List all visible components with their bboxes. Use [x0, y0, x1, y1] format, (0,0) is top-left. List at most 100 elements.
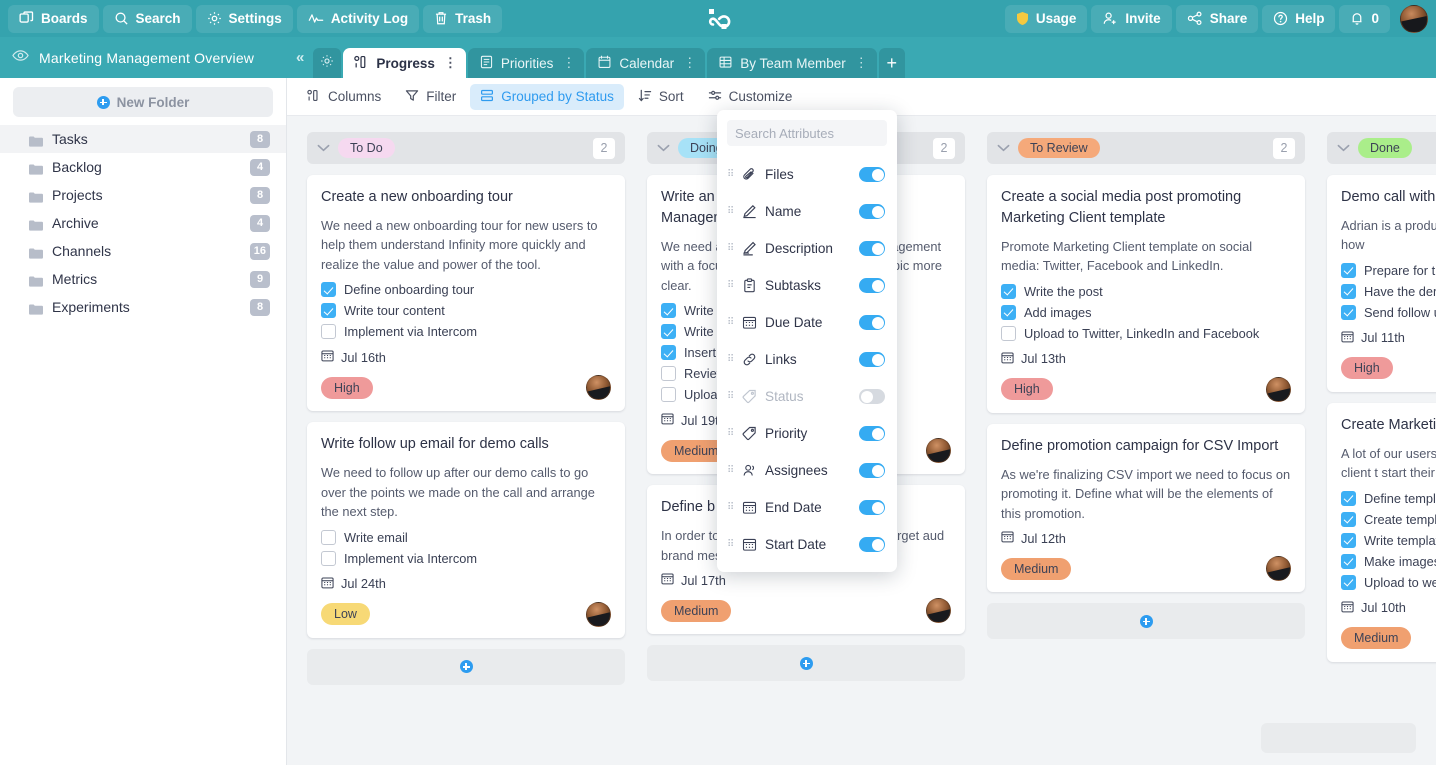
notifications-button[interactable]: 0 [1339, 4, 1390, 33]
drag-handle-icon[interactable]: ⠿ [727, 354, 736, 365]
sidebar-item-metrics[interactable]: Metrics 9 [0, 265, 286, 293]
assignee-avatar[interactable] [1266, 556, 1291, 582]
subtask-item[interactable]: Send follow up [1341, 302, 1436, 323]
attribute-toggle[interactable] [859, 241, 885, 256]
subtask-item[interactable]: Define onboarding tour [321, 279, 611, 300]
attribute-row-assignees[interactable]: ⠿ Assignees [717, 452, 897, 489]
add-card-button[interactable] [307, 648, 625, 685]
drag-handle-icon[interactable]: ⠿ [727, 465, 736, 476]
subtask-item[interactable]: Create templa [1341, 509, 1436, 530]
checkbox-checked-icon[interactable] [661, 303, 676, 319]
attribute-row-due-date[interactable]: ⠿ Due Date [717, 304, 897, 341]
checkbox-checked-icon[interactable] [1001, 304, 1016, 320]
horizontal-scrollbar[interactable] [1261, 723, 1416, 753]
toolbar-columns-button[interactable]: Columns [297, 84, 391, 110]
sidebar-item-experiments[interactable]: Experiments 8 [0, 293, 286, 321]
attribute-row-name[interactable]: ⠿ Name [717, 193, 897, 230]
assignee-avatar[interactable] [926, 598, 951, 624]
checkbox-checked-icon[interactable] [321, 282, 336, 298]
assignee-avatar[interactable] [926, 438, 951, 464]
chevron-down-icon[interactable] [1335, 140, 1351, 156]
help-button[interactable]: Help [1262, 4, 1336, 33]
drag-handle-icon[interactable]: ⠿ [727, 206, 736, 217]
attribute-row-end-date[interactable]: ⠿ End Date [717, 489, 897, 526]
attribute-toggle[interactable] [859, 352, 885, 367]
subtask-item[interactable]: Upload to web [1341, 572, 1436, 593]
checkbox-checked-icon[interactable] [1001, 283, 1016, 299]
checkbox-checked-icon[interactable] [1341, 304, 1356, 320]
add-card-button[interactable] [647, 645, 965, 682]
checkbox-icon[interactable] [661, 366, 676, 382]
toolbar-filter-button[interactable]: Filter [395, 84, 466, 110]
task-card[interactable]: Create Marketin A lot of our users niche… [1327, 402, 1436, 662]
drag-handle-icon[interactable]: ⠿ [727, 539, 736, 550]
subtask-item[interactable]: Make images [1341, 551, 1436, 572]
drag-handle-icon[interactable]: ⠿ [727, 243, 736, 254]
tab-progress-menu[interactable]: ⋮ [444, 55, 457, 71]
checkbox-checked-icon[interactable] [1341, 262, 1356, 278]
attribute-toggle[interactable] [859, 204, 885, 219]
invite-button[interactable]: Invite [1091, 4, 1172, 33]
subtask-item[interactable]: Write the post [1001, 281, 1291, 302]
attribute-toggle[interactable] [859, 167, 885, 182]
chevron-down-icon[interactable] [995, 140, 1011, 156]
subtask-item[interactable]: Upload to Twitter, LinkedIn and Facebook [1001, 323, 1291, 344]
tab-priorities[interactable]: Priorities ⋮ [467, 48, 585, 78]
attribute-toggle[interactable] [859, 278, 885, 293]
task-card[interactable]: Create a new onboarding tour We need a n… [307, 175, 625, 412]
sidebar-item-channels[interactable]: Channels 16 [0, 237, 286, 265]
assignee-avatar[interactable] [1266, 376, 1291, 402]
checkbox-checked-icon[interactable] [1341, 490, 1356, 506]
toolbar-customize-button[interactable]: Customize [698, 84, 803, 110]
attribute-row-links[interactable]: ⠿ Links [717, 341, 897, 378]
tab-progress[interactable]: Progress ⋮ [343, 48, 466, 78]
tab-settings-gear-button[interactable] [313, 48, 342, 78]
attribute-toggle[interactable] [859, 500, 885, 515]
task-card[interactable]: Define promotion campaign for CSV Import… [987, 423, 1305, 593]
checkbox-icon[interactable] [661, 387, 676, 403]
attribute-row-priority[interactable]: ⠿ Priority [717, 415, 897, 452]
attribute-row-subtasks[interactable]: ⠿ Subtasks [717, 267, 897, 304]
sidebar-item-projects[interactable]: Projects 8 [0, 181, 286, 209]
sidebar-item-archive[interactable]: Archive 4 [0, 209, 286, 237]
assignee-avatar[interactable] [586, 601, 611, 627]
task-card[interactable]: Demo call with Adrian is a produc produc… [1327, 175, 1436, 392]
subtask-item[interactable]: Implement via Intercom [321, 548, 611, 569]
usage-button[interactable]: Usage [1004, 4, 1088, 33]
drag-handle-icon[interactable]: ⠿ [727, 169, 736, 180]
drag-handle-icon[interactable]: ⠿ [727, 428, 736, 439]
checkbox-icon[interactable] [321, 550, 336, 566]
checkbox-checked-icon[interactable] [661, 324, 676, 340]
user-avatar[interactable] [1400, 4, 1428, 33]
assignee-avatar[interactable] [586, 375, 611, 401]
chevron-down-icon[interactable] [315, 140, 331, 156]
nav-boards-button[interactable]: Boards [8, 4, 99, 33]
eye-icon[interactable] [12, 49, 29, 67]
subtask-item[interactable]: Add images [1001, 302, 1291, 323]
attribute-toggle[interactable] [859, 537, 885, 552]
tab-priorities-menu[interactable]: ⋮ [562, 55, 575, 71]
nav-trash-button[interactable]: Trash [423, 4, 503, 33]
subtask-item[interactable]: Write email [321, 527, 611, 548]
tab-calendar[interactable]: Calendar ⋮ [586, 48, 706, 78]
attribute-row-status[interactable]: ⠿ Status [717, 378, 897, 415]
share-button[interactable]: Share [1175, 4, 1259, 33]
attribute-row-files[interactable]: ⠿ Files [717, 156, 897, 193]
attribute-toggle[interactable] [859, 463, 885, 478]
drag-handle-icon[interactable]: ⠿ [727, 317, 736, 328]
checkbox-checked-icon[interactable] [1341, 283, 1356, 299]
subtask-item[interactable]: Have the dem [1341, 281, 1436, 302]
drag-handle-icon[interactable]: ⠿ [727, 502, 736, 513]
tab-by-team-member-menu[interactable]: ⋮ [855, 55, 868, 71]
subtask-item[interactable]: Define templa [1341, 488, 1436, 509]
add-tab-button[interactable]: + [878, 48, 905, 78]
drag-handle-icon[interactable]: ⠿ [727, 391, 736, 402]
toolbar-grouped-by-status-button[interactable]: Grouped by Status [470, 83, 624, 110]
new-folder-button[interactable]: New Folder [13, 87, 273, 117]
nav-settings-button[interactable]: Settings [195, 4, 293, 33]
sidebar-item-tasks[interactable]: Tasks 8 [0, 125, 286, 153]
attribute-toggle[interactable] [859, 315, 885, 330]
attribute-toggle[interactable] [859, 426, 885, 441]
checkbox-icon[interactable] [321, 324, 336, 340]
checkbox-checked-icon[interactable] [1341, 511, 1356, 527]
